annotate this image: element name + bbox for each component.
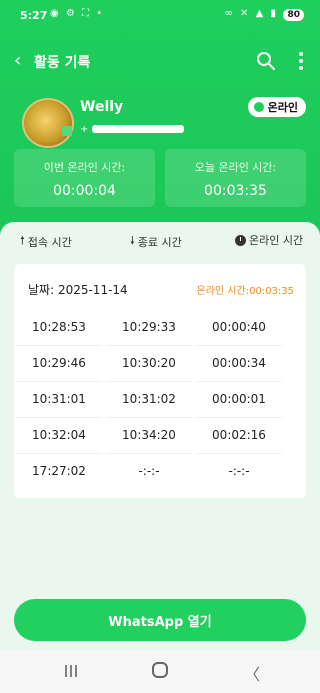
search-icon[interactable] xyxy=(256,51,276,71)
table-row: 10:31:01 10:31:02 00:00:01 xyxy=(14,382,306,418)
stat-card-today: 오늘 온라인 시간: 00:03:35 xyxy=(165,149,306,207)
status-right-icons: ∞ ✕ ▲ ▮ xyxy=(224,8,278,19)
column-online: 온라인 시간 xyxy=(235,232,303,248)
stat-card-current: 이번 온라인 시간: 00:00:04 xyxy=(14,149,155,207)
back-icon[interactable]: 〈 xyxy=(244,661,260,685)
cell-end: 10:34:20 xyxy=(106,418,192,454)
clock-icon xyxy=(235,234,246,246)
cell-end: 10:30:20 xyxy=(106,346,192,382)
table-row: 10:29:46 10:30:20 00:00:34 xyxy=(14,346,306,382)
cell-connect: 10:28:53 xyxy=(16,310,102,346)
session-date: 날짜: 2025-11-14 xyxy=(28,283,128,297)
cell-online: 00:00:40 xyxy=(196,310,282,346)
profile-name: Welly xyxy=(80,99,124,115)
cell-end: -:-:- xyxy=(138,464,160,478)
cell-online: 00:00:01 xyxy=(196,382,282,418)
arrow-up-icon: 🠕 xyxy=(20,234,25,247)
column-end-label: 종료 시간 xyxy=(137,235,182,249)
status-bar: 5:27 ◉ ⚙ ⛶ • ∞ ✕ ▲ ▮ 80 xyxy=(0,6,320,26)
cell-connect: 10:32:04 xyxy=(16,418,102,454)
stat-value: 00:00:04 xyxy=(53,183,116,199)
home-icon[interactable] xyxy=(152,662,168,678)
cell-connect: 17:27:02 xyxy=(32,464,86,478)
page-title: 활동 기록 xyxy=(34,55,91,71)
system-nav-bar: 〈 xyxy=(0,650,320,693)
status-badge: 온라인 xyxy=(247,97,306,117)
table-row: 17:27:02 -:-:- -:-:- xyxy=(14,454,306,490)
phone-prefix: + xyxy=(80,124,89,135)
header-background: 5:27 ◉ ⚙ ⛶ • ∞ ✕ ▲ ▮ 80 ‹ 활동 기록 Welly + … xyxy=(0,0,320,240)
avatar xyxy=(22,98,74,148)
cell-connect: 10:29:46 xyxy=(16,346,102,382)
column-end: 🠗 종료 시간 xyxy=(130,232,182,251)
stat-label: 오늘 온라인 시간: xyxy=(194,161,277,174)
cell-online: -:-:- xyxy=(228,464,250,478)
avatar-status-badge xyxy=(62,126,72,136)
column-connect: 🠕 접속 시간 xyxy=(20,232,72,251)
status-time: 5:27 xyxy=(20,9,48,22)
chevron-left-icon[interactable]: ‹ xyxy=(14,50,21,71)
phone-redacted xyxy=(92,125,185,133)
stats-row: 이번 온라인 시간: 00:00:04 오늘 온라인 시간: 00:03:35 xyxy=(14,149,306,207)
session-online-total: 온라인 시간:00:03:35 xyxy=(196,286,294,297)
cell-online: 00:02:16 xyxy=(196,418,282,454)
session-table: 10:28:53 10:29:33 00:00:40 10:29:46 10:3… xyxy=(14,310,306,490)
status-badge-label: 온라인 xyxy=(267,101,298,114)
recent-apps-icon[interactable] xyxy=(64,664,78,678)
stat-value: 00:03:35 xyxy=(204,183,267,199)
cell-connect: 10:31:01 xyxy=(16,382,102,418)
cell-end: 10:31:02 xyxy=(106,382,192,418)
online-dot-icon xyxy=(253,102,264,112)
table-row: 10:32:04 10:34:20 00:02:16 xyxy=(14,418,306,454)
cell-end: 10:29:33 xyxy=(106,310,192,346)
column-online-label: 온라인 시간 xyxy=(249,234,304,247)
top-app-bar: ‹ 활동 기록 xyxy=(0,48,320,74)
cell-online: 00:00:34 xyxy=(196,346,282,382)
more-vert-icon[interactable] xyxy=(294,51,308,71)
battery-icon: 80 xyxy=(283,9,304,21)
session-card: 날짜: 2025-11-14 온라인 시간:00:03:35 10:28:53 … xyxy=(14,264,306,498)
open-whatsapp-button[interactable]: WhatsApp 열기 xyxy=(14,599,306,641)
column-connect-label: 접속 시간 xyxy=(27,235,72,249)
column-headers: 🠕 접속 시간 🠗 종료 시간 온라인 시간 xyxy=(0,232,320,250)
status-left-icons: ◉ ⚙ ⛶ • xyxy=(50,8,105,19)
arrow-down-icon: 🠗 xyxy=(130,234,135,247)
profile-phone: + xyxy=(80,124,185,135)
table-row: 10:28:53 10:29:33 00:00:40 xyxy=(14,310,306,346)
stat-label: 이번 온라인 시간: xyxy=(43,161,126,174)
